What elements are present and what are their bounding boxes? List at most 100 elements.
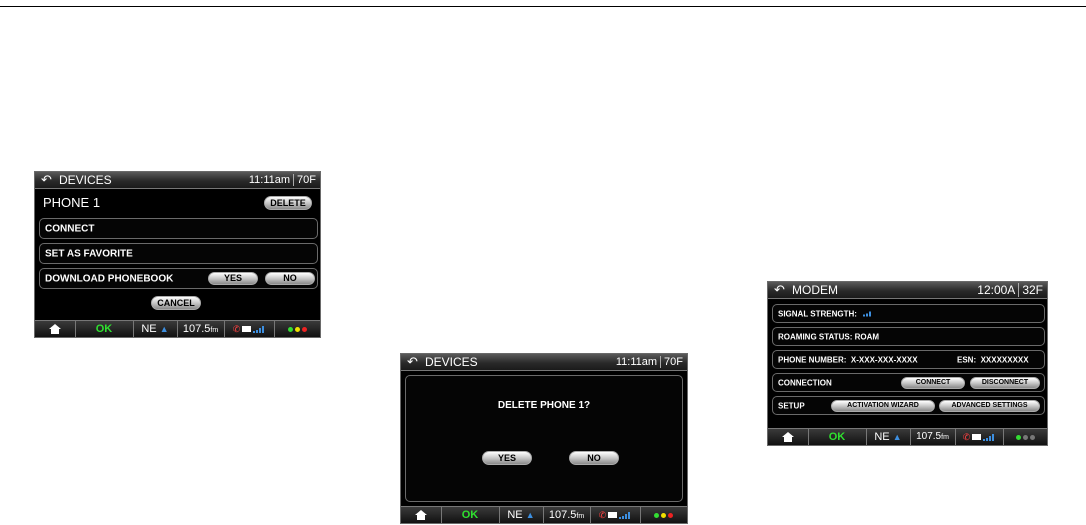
devices-phone-screen: ↶ DEVICES 11:11am 70F PHONE 1 DELETE CONN… bbox=[34, 171, 321, 338]
connectivity-icons: ✆ bbox=[955, 429, 1004, 445]
back-arrow-icon[interactable]: ↶ bbox=[774, 282, 785, 298]
radio-frequency[interactable]: 107.5fm bbox=[910, 429, 956, 445]
roaming-value: ROAM bbox=[854, 332, 880, 341]
home-button[interactable] bbox=[35, 321, 76, 337]
frequency-value: 107.5 bbox=[916, 431, 942, 442]
heading-arrow-icon: ▲ bbox=[525, 510, 535, 520]
back-arrow-icon[interactable]: ↶ bbox=[407, 354, 418, 370]
ok-status: OK bbox=[808, 429, 867, 445]
time-value: 11:11am bbox=[248, 174, 291, 186]
modem-disconnect-button[interactable]: DISCONNECT bbox=[970, 377, 1040, 389]
home-icon bbox=[415, 510, 427, 520]
top-rule bbox=[0, 6, 1086, 7]
yellow-light bbox=[661, 512, 666, 518]
compass: NE ▲ bbox=[866, 429, 911, 445]
esn-field: ESN: XXXXXXXXX bbox=[957, 355, 1029, 364]
confirm-no-button[interactable]: NO bbox=[569, 451, 619, 465]
status-bar: OK NE ▲ 107.5fm ✆ bbox=[35, 320, 320, 337]
signal-icon bbox=[253, 325, 265, 333]
setup-label: SETUP bbox=[778, 401, 805, 410]
frequency-value: 107.5 bbox=[548, 509, 577, 521]
gray-light bbox=[1022, 434, 1028, 440]
signal-icon bbox=[863, 311, 872, 317]
time-value: 12:00A bbox=[977, 283, 1016, 297]
set-favorite-label: SET AS FAVORITE bbox=[45, 248, 133, 259]
setup-row: SETUP ACTIVATION WIZARD ADVANCED SETTING… bbox=[772, 396, 1045, 415]
temperature: 70F bbox=[293, 174, 316, 186]
download-phonebook-row: DOWNLOAD PHONEBOOK YES NO bbox=[39, 268, 318, 289]
phone-number-value: X-XXX-XXX-XXXX bbox=[850, 355, 918, 364]
ok-status: OK bbox=[75, 321, 134, 337]
radio-frequency[interactable]: 107.5fm bbox=[177, 321, 225, 337]
modem-screen: ↶ MODEM 12:00A 32F SIGNAL STRENGTH: ROAMI… bbox=[767, 281, 1048, 446]
signal-strength-label: SIGNAL STRENGTH: bbox=[778, 309, 873, 318]
phone-number-label: PHONE NUMBER: X-XXX-XXX-XXXX bbox=[778, 355, 918, 364]
message-icon bbox=[242, 326, 252, 333]
title-bar: ↶ DEVICES 11:11am 70F bbox=[35, 172, 320, 189]
device-name: PHONE 1 bbox=[43, 195, 101, 210]
esn-value: XXXXXXXXX bbox=[980, 355, 1029, 364]
radio-frequency[interactable]: 107.5fm bbox=[543, 507, 591, 523]
signal-icon bbox=[619, 511, 631, 519]
heading-value: NE bbox=[874, 431, 890, 443]
ok-status: OK bbox=[441, 507, 500, 523]
confirm-dialog: DELETE PHONE 1? YES NO bbox=[405, 375, 683, 502]
cancel-button[interactable]: CANCEL bbox=[151, 296, 201, 310]
signal-label-text: SIGNAL STRENGTH: bbox=[778, 309, 857, 318]
home-icon bbox=[49, 324, 61, 334]
phonebook-no-button[interactable]: NO bbox=[265, 272, 315, 285]
phone-icon: ✆ bbox=[232, 324, 241, 334]
signal-strength-row: SIGNAL STRENGTH: bbox=[772, 304, 1045, 323]
esn-label: ESN: bbox=[957, 355, 977, 364]
roaming-label-text: ROAMING STATUS: bbox=[778, 332, 853, 341]
yellow-light bbox=[294, 326, 300, 332]
status-bar: OK NE ▲ 107.5fm ✆ bbox=[768, 428, 1047, 445]
time-value: 11:11am bbox=[615, 356, 658, 368]
connectivity-icons: ✆ bbox=[224, 321, 275, 337]
screen-title: DEVICES bbox=[425, 355, 478, 369]
phone-label-text: PHONE NUMBER: bbox=[778, 355, 847, 364]
band-value: fm bbox=[576, 513, 585, 520]
home-button[interactable] bbox=[768, 429, 809, 445]
heading-value: NE bbox=[141, 323, 157, 335]
connect-row[interactable]: CONNECT bbox=[39, 218, 318, 239]
connection-label: CONNECTION bbox=[778, 378, 832, 387]
roaming-status-label: ROAMING STATUS: ROAM bbox=[778, 332, 879, 341]
screen-title: MODEM bbox=[792, 283, 838, 297]
heading-value: NE bbox=[507, 509, 523, 521]
title-bar: ↶ DEVICES 11:11am 70F bbox=[401, 354, 687, 371]
signal-icon bbox=[983, 433, 995, 441]
confirm-yes-button[interactable]: YES bbox=[482, 451, 532, 465]
message-icon bbox=[972, 434, 982, 441]
message-icon bbox=[608, 512, 618, 519]
activation-wizard-button[interactable]: ACTIVATION WIZARD bbox=[831, 400, 935, 412]
phone-icon: ✆ bbox=[962, 432, 971, 442]
clock: 12:00A 32F bbox=[977, 282, 1043, 298]
screen-title: DEVICES bbox=[59, 173, 112, 187]
connect-label: CONNECT bbox=[45, 223, 95, 234]
set-favorite-row[interactable]: SET AS FAVORITE bbox=[39, 243, 318, 264]
status-bar: OK NE ▲ 107.5fm ✆ bbox=[401, 506, 687, 523]
gray-light bbox=[1029, 434, 1035, 440]
green-light bbox=[1015, 434, 1021, 440]
delete-confirm-screen: ↶ DEVICES 11:11am 70F DELETE PHONE 1? YES… bbox=[400, 353, 688, 524]
delete-button[interactable]: DELETE bbox=[264, 196, 312, 210]
green-light bbox=[654, 512, 659, 518]
band-value: fm bbox=[941, 434, 949, 441]
temperature: 32F bbox=[1018, 283, 1043, 297]
connectivity-icons: ✆ bbox=[590, 507, 641, 523]
red-light bbox=[301, 326, 307, 332]
heading-arrow-icon: ▲ bbox=[892, 432, 902, 442]
delete-prompt: DELETE PHONE 1? bbox=[497, 400, 591, 411]
home-button[interactable] bbox=[401, 507, 442, 523]
clock: 11:11am 70F bbox=[616, 354, 683, 370]
status-lights bbox=[274, 321, 320, 337]
download-phonebook-label: DOWNLOAD PHONEBOOK bbox=[45, 273, 174, 284]
compass: NE ▲ bbox=[133, 321, 178, 337]
phonebook-yes-button[interactable]: YES bbox=[208, 272, 258, 285]
back-arrow-icon[interactable]: ↶ bbox=[41, 172, 52, 188]
compass: NE ▲ bbox=[499, 507, 544, 523]
modem-connect-button[interactable]: CONNECT bbox=[901, 377, 965, 389]
advanced-settings-button[interactable]: ADVANCED SETTINGS bbox=[939, 400, 1040, 412]
temperature: 70F bbox=[660, 356, 683, 368]
